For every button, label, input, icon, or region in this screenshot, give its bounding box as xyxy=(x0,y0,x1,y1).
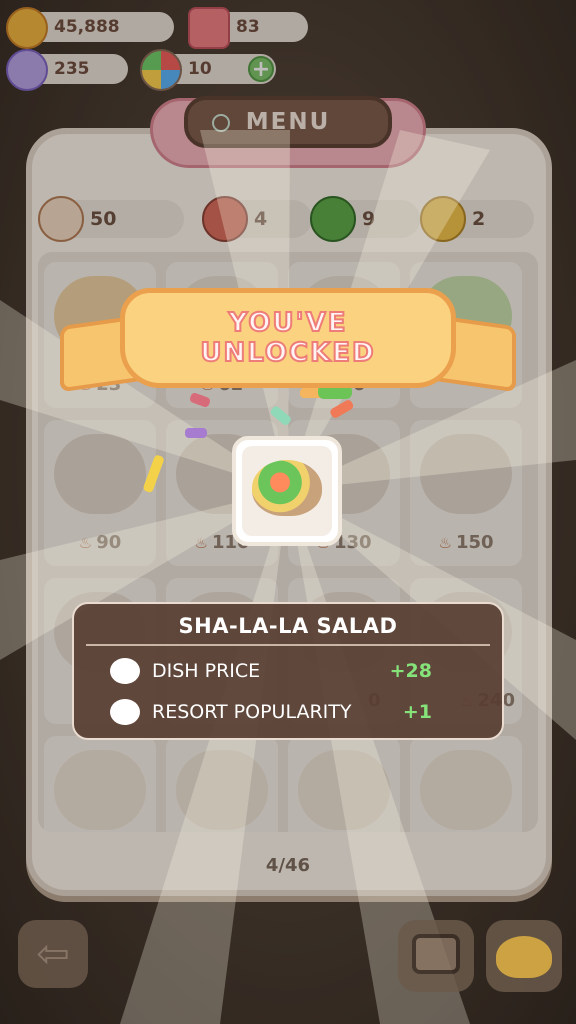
stat-value: +28 xyxy=(389,660,432,682)
cookie-icon xyxy=(496,936,552,978)
stat-value: +1 xyxy=(402,701,432,723)
stat-row-price: DISH PRICE +28 xyxy=(110,656,432,686)
banner-line-1: YOU'VE xyxy=(228,307,348,339)
banner-ribbon: YOU'VE UNLOCKED xyxy=(120,288,456,388)
stat-label: DISH PRICE xyxy=(152,660,261,682)
banner-line-2: UNLOCKED xyxy=(199,337,376,369)
cookie-button[interactable] xyxy=(486,920,562,992)
stat-label: RESORT POPULARITY xyxy=(152,701,352,723)
divider xyxy=(86,644,490,646)
unlocked-dish-card xyxy=(232,436,342,546)
back-arrow-icon: ⇦ xyxy=(36,931,70,977)
cookie-coin-icon xyxy=(110,658,140,684)
salad-bowl-icon xyxy=(252,460,322,516)
unlocked-banner: YOU'VE UNLOCKED xyxy=(60,280,516,410)
stat-row-popularity: RESORT POPULARITY +1 xyxy=(110,697,432,727)
dish-info-panel: SHA-LA-LA SALAD DISH PRICE +28 RESORT PO… xyxy=(72,602,504,740)
dish-image xyxy=(242,446,332,536)
dish-name: SHA-LA-LA SALAD xyxy=(178,614,398,638)
oven-icon xyxy=(412,934,460,974)
popularity-icon xyxy=(110,699,140,725)
oven-button[interactable] xyxy=(398,920,474,992)
back-button[interactable]: ⇦ xyxy=(18,920,88,988)
